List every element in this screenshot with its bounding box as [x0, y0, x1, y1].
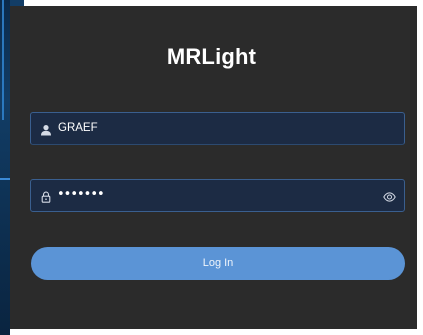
username-field[interactable]: GRAEF — [30, 112, 405, 145]
password-value: ••••••• — [57, 187, 105, 202]
username-value: GRAEF — [58, 122, 98, 134]
login-window: MRLight GRAEF ••••••• Log In — [0, 0, 423, 335]
eye-icon[interactable] — [383, 190, 396, 202]
password-field[interactable]: ••••••• — [30, 179, 405, 212]
login-button[interactable]: Log In — [31, 247, 405, 280]
lock-icon — [40, 190, 52, 203]
app-title: MRLight — [166, 44, 257, 69]
user-icon — [40, 123, 52, 136]
